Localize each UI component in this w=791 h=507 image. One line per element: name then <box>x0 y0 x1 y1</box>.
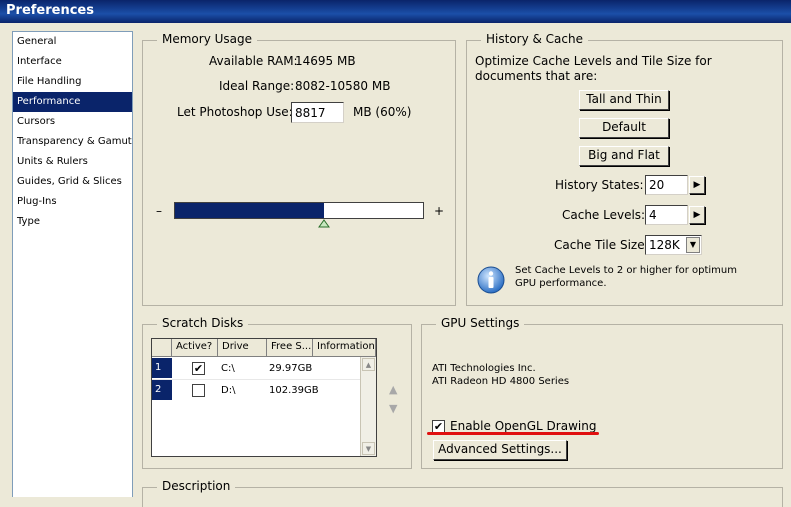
history-cache-legend: History & Cache <box>481 32 588 46</box>
table-row[interactable]: 1 ✔ C:\ 29.97GB <box>152 358 360 378</box>
ideal-range-label: Ideal Range: <box>219 79 295 93</box>
gpu-model: ATI Radeon HD 4800 Series <box>432 376 570 387</box>
slider-minus: – <box>156 204 162 218</box>
ideal-range-value: 8082-10580 MB <box>295 79 391 93</box>
available-ram-label: Available RAM: <box>209 54 298 68</box>
column-header-number <box>152 339 172 357</box>
column-header-active[interactable]: Active? <box>172 339 218 357</box>
move-up-icon[interactable]: ▲ <box>389 383 397 396</box>
advanced-settings-button[interactable]: Advanced Settings... <box>433 440 567 460</box>
table-row[interactable]: 2 D:\ 102.39GB <box>152 379 360 400</box>
check-icon: ✔ <box>193 362 204 375</box>
description-group: Description <box>142 479 783 507</box>
sidebar-item-interface[interactable]: Interface <box>13 52 132 72</box>
drive-cell: C:\ <box>221 363 235 374</box>
window-title: Preferences <box>0 0 791 23</box>
chevron-down-icon: ▼ <box>686 237 700 253</box>
move-down-icon[interactable]: ▼ <box>389 402 397 415</box>
scroll-down-icon[interactable]: ▼ <box>362 442 375 455</box>
row-number: 2 <box>152 380 172 400</box>
opengl-label[interactable]: Enable OpenGL Drawing <box>450 419 596 433</box>
cache-tile-size-select[interactable]: 128K ▼ <box>645 235 702 255</box>
column-header-free-space[interactable]: Free S... <box>267 339 313 357</box>
default-button[interactable]: Default <box>579 118 669 138</box>
sidebar-item-general[interactable]: General <box>13 32 132 52</box>
table-scrollbar[interactable]: ▲ ▼ <box>360 357 376 456</box>
description-legend: Description <box>157 479 236 493</box>
info-text: Set Cache Levels to 2 or higher for opti… <box>515 265 737 289</box>
cache-levels-arrow-icon[interactable]: ▶ <box>689 206 705 224</box>
free-space-cell: 29.97GB <box>269 363 313 374</box>
history-states-input[interactable] <box>645 175 688 195</box>
gpu-vendor: ATI Technologies Inc. <box>432 363 536 374</box>
memory-unit-label: MB (60%) <box>353 105 412 119</box>
available-ram-value: 14695 MB <box>295 54 356 68</box>
cache-description: Optimize Cache Levels and Tile Size for … <box>475 54 712 83</box>
drive-cell: D:\ <box>221 385 236 396</box>
memory-slider-fill <box>175 203 324 218</box>
column-header-information[interactable]: Information <box>313 339 376 357</box>
scratch-disks-table: Active? Drive Free S... Information 1 ✔ … <box>151 338 377 457</box>
sidebar-item-guides-grid-slices[interactable]: Guides, Grid & Slices <box>13 172 132 192</box>
cache-tile-size-label: Cache Tile Size: <box>554 238 649 252</box>
let-photoshop-use-label: Let Photoshop Use: <box>177 105 293 119</box>
tall-and-thin-button[interactable]: Tall and Thin <box>579 90 669 110</box>
cache-levels-label: Cache Levels: <box>562 208 646 222</box>
sidebar-item-file-handling[interactable]: File Handling <box>13 72 132 92</box>
active-checkbox[interactable] <box>192 384 205 397</box>
active-checkbox[interactable]: ✔ <box>192 362 205 375</box>
table-header: Active? Drive Free S... Information <box>152 339 378 357</box>
scratch-disks-legend: Scratch Disks <box>157 316 249 330</box>
gpu-settings-legend: GPU Settings <box>436 316 525 330</box>
history-states-label: History States: <box>555 178 644 192</box>
sidebar-item-performance[interactable]: Performance <box>13 92 132 112</box>
scroll-up-icon[interactable]: ▲ <box>362 358 375 371</box>
sidebar-item-cursors[interactable]: Cursors <box>13 112 132 132</box>
sidebar-item-type[interactable]: Type <box>13 212 132 232</box>
cache-levels-input[interactable] <box>645 205 688 225</box>
memory-slider[interactable] <box>174 202 424 219</box>
sidebar-item-transparency-gamut[interactable]: Transparency & Gamut <box>13 132 132 152</box>
slider-thumb-icon[interactable] <box>317 219 330 228</box>
info-icon <box>477 266 505 294</box>
big-and-flat-button[interactable]: Big and Flat <box>579 146 669 166</box>
category-list: General Interface File Handling Performa… <box>12 31 133 497</box>
cache-tile-size-value: 128K <box>649 238 680 252</box>
slider-plus: + <box>434 204 445 218</box>
memory-usage-legend: Memory Usage <box>157 32 258 46</box>
history-states-arrow-icon[interactable]: ▶ <box>689 176 705 194</box>
sidebar-item-units-rulers[interactable]: Units & Rulers <box>13 152 132 172</box>
free-space-cell: 102.39GB <box>269 385 319 396</box>
memory-amount-input[interactable] <box>291 102 344 123</box>
row-number: 1 <box>152 358 172 378</box>
sidebar-item-plug-ins[interactable]: Plug-Ins <box>13 192 132 212</box>
annotation-underline <box>427 432 599 435</box>
column-header-drive[interactable]: Drive <box>218 339 267 357</box>
